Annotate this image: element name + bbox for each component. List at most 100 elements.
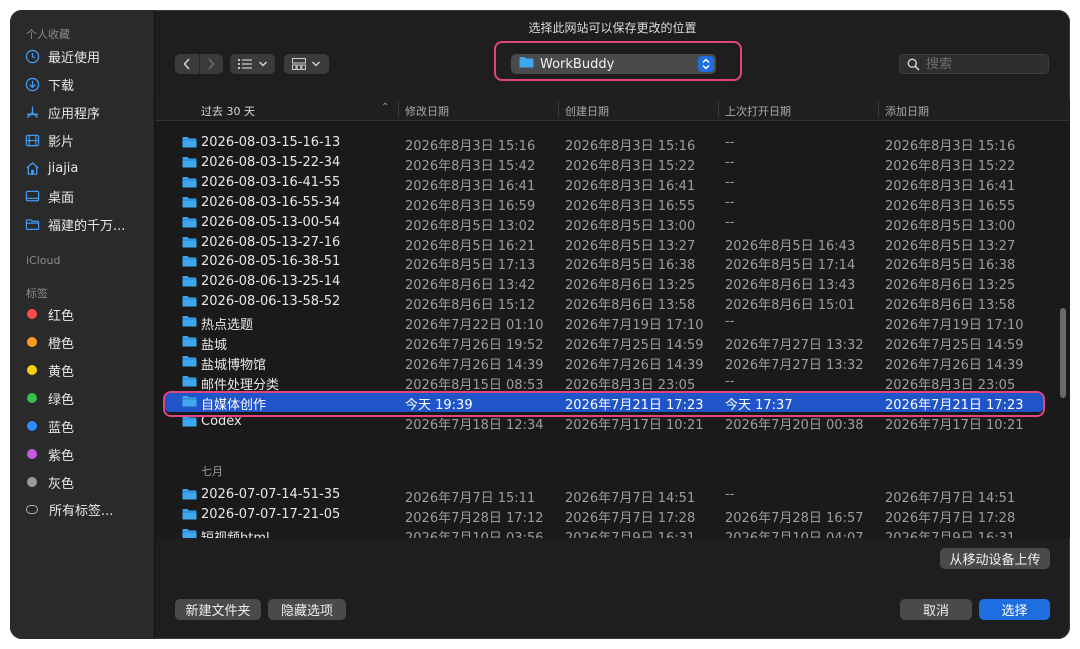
sidebar-item-clock[interactable]: 最近使用 xyxy=(24,45,148,67)
sidebar-item-all-tags[interactable]: 所有标签... xyxy=(24,498,148,520)
sidebar-item-label: 紫色 xyxy=(48,448,75,464)
list-view-button[interactable] xyxy=(230,54,275,74)
sidebar-item-download[interactable]: 下载 xyxy=(24,73,148,95)
new-folder-button[interactable]: 新建文件夹 xyxy=(175,599,261,620)
file-row[interactable]: 2026-07-07-14-51-35 2026年7月7日 15:11 2026年7… xyxy=(165,485,1043,506)
desktop-icon xyxy=(24,188,40,204)
file-date: 2026年8月15日 08:53 xyxy=(405,377,544,393)
file-row[interactable]: 2026-08-05-16-38-51 2026年8月5日 17:13 2026年8… xyxy=(165,252,1043,274)
file-date: 2026年8月3日 15:16 xyxy=(565,139,696,154)
file-date: 2026年8月6日 15:01 xyxy=(725,298,856,314)
file-row[interactable]: 2026-08-03-15-22-34 2026年8月3日 15:42 2026年8… xyxy=(165,153,1043,174)
file-row[interactable]: 短视频html 2026年7月10日 03:56 2026年7月9日 16:31 20… xyxy=(165,525,1043,538)
sidebar-item-folder[interactable]: 福建的千万... xyxy=(24,213,148,235)
file-row[interactable]: 2026-08-03-16-41-55 2026年8月3日 16:41 2026年8… xyxy=(165,173,1043,194)
back-button[interactable] xyxy=(175,54,199,74)
file-row[interactable]: 2026-07-07-17-21-05 2026年7月28日 17:12 2026年… xyxy=(165,505,1043,526)
sidebar-item-desktop[interactable]: 桌面 xyxy=(24,185,148,207)
file-row[interactable]: 邮件处理分类 2026年8月15日 08:53 2026年8月3日 23:05 -- 2… xyxy=(165,372,1043,393)
file-row[interactable]: 盐城博物馆 2026年7月26日 14:39 2026年7月26日 14:39 202… xyxy=(165,352,1043,373)
file-date: -- xyxy=(725,194,735,210)
sidebar-item-label: 下载 xyxy=(48,78,75,94)
file-date: 2026年7月10日 04:07 xyxy=(725,527,864,538)
search-icon xyxy=(907,58,920,71)
search-input[interactable] xyxy=(926,56,1036,72)
sidebar-item-label: 黄色 xyxy=(48,364,75,380)
file-date: 2026年8月3日 15:22 xyxy=(885,158,1016,174)
sidebar-item-apps[interactable]: 应用程序 xyxy=(24,101,148,123)
sidebar-item-tag[interactable]: 橙色 xyxy=(24,331,148,353)
cancel-button[interactable]: 取消 xyxy=(900,599,972,620)
sidebar-item-label: 应用程序 xyxy=(48,106,101,122)
file-date: 2026年8月6日 13:43 xyxy=(725,278,856,294)
file-date: 2026年8月6日 13:42 xyxy=(405,278,536,294)
sidebar-item-tag[interactable]: 紫色 xyxy=(24,443,148,465)
file-name: 盐城 xyxy=(201,338,228,353)
choose-button[interactable]: 选择 xyxy=(979,599,1050,620)
file-row[interactable]: 2026-08-06-13-58-52 2026年8月6日 15:12 2026年8… xyxy=(165,292,1043,314)
file-name: 2026-08-03-15-22-34 xyxy=(201,154,341,170)
file-name: 2026-08-06-13-58-52 xyxy=(201,294,341,310)
column-name[interactable]: 过去 30 天 xyxy=(201,103,255,119)
sidebar-item-home[interactable]: jiajia xyxy=(24,157,148,179)
column-divider xyxy=(718,101,719,117)
file-date: -- xyxy=(725,154,735,170)
sidebar-item-label: 蓝色 xyxy=(48,420,75,436)
file-date: 2026年7月19日 17:10 xyxy=(885,318,1024,334)
file-name: 2026-08-05-16-38-51 xyxy=(201,254,341,270)
file-date: -- xyxy=(725,373,735,389)
sidebar-item-label: 影片 xyxy=(48,134,75,150)
file-date: 2026年7月7日 15:11 xyxy=(405,491,536,506)
file-date: 2026年7月7日 17:28 xyxy=(565,510,696,526)
location-popup[interactable]: WorkBuddy xyxy=(511,54,716,74)
sidebar-item-tag[interactable]: 黄色 xyxy=(24,359,148,381)
upload-from-mobile-button[interactable]: 从移动设备上传 xyxy=(940,548,1050,569)
folder-icon xyxy=(24,216,40,232)
vertical-scrollbar[interactable] xyxy=(1060,308,1066,398)
column-last-opened[interactable]: 上次打开日期 xyxy=(725,103,791,119)
file-row[interactable]: 2026-08-03-15-16-13 2026年8月3日 15:16 2026年8… xyxy=(165,133,1043,154)
folder-icon xyxy=(182,176,197,192)
search-field[interactable] xyxy=(899,54,1049,74)
sidebar-item-film[interactable]: 影片 xyxy=(24,129,148,151)
sidebar-item-tag[interactable]: 灰色 xyxy=(24,471,148,493)
file-date: 2026年7月7日 14:51 xyxy=(565,491,696,506)
icloud-header: iCloud xyxy=(26,254,61,267)
apps-icon xyxy=(24,104,40,120)
column-created[interactable]: 创建日期 xyxy=(565,103,609,119)
sidebar-item-tag[interactable]: 蓝色 xyxy=(24,415,148,437)
file-date: 2026年8月5日 16:21 xyxy=(405,238,536,254)
sidebar-item-tag[interactable]: 绿色 xyxy=(24,387,148,409)
file-date: 2026年8月5日 17:13 xyxy=(405,258,536,274)
file-row[interactable]: 2026-08-05-13-00-54 2026年8月5日 13:02 2026年8… xyxy=(165,213,1043,234)
file-row[interactable]: 2026-08-06-13-25-14 2026年8月6日 13:42 2026年8… xyxy=(165,272,1043,294)
file-date: 2026年8月6日 13:58 xyxy=(565,298,696,314)
file-row[interactable]: 2026-08-05-13-27-16 2026年8月5日 16:21 2026年8… xyxy=(165,233,1043,254)
tag-color-dot xyxy=(27,393,37,403)
sidebar: 个人收藏 最近使用 下载 应用程序 影片 jiajia 桌面 福建的千万... iCloud… xyxy=(10,10,155,639)
file-date: 2026年7月26日 19:52 xyxy=(405,338,544,353)
hide-options-button[interactable]: 隐藏选项 xyxy=(268,599,346,620)
column-header: 过去 30 天 ⌃ 修改日期 创建日期 上次打开日期 添加日期 xyxy=(155,98,1070,121)
home-icon xyxy=(24,160,40,176)
file-date: -- xyxy=(725,174,735,190)
folder-icon xyxy=(182,508,197,524)
file-date: -- xyxy=(725,314,735,330)
column-added[interactable]: 添加日期 xyxy=(885,103,929,119)
file-row[interactable]: 热点选题 2026年7月22日 01:10 2026年7月19日 17:10 -- 20… xyxy=(165,312,1043,334)
file-name: 2026-08-05-13-00-54 xyxy=(201,214,341,230)
file-date: 2026年8月5日 13:00 xyxy=(565,218,696,234)
file-date: 2026年7月26日 14:39 xyxy=(405,357,544,373)
file-date: 2026年8月3日 15:16 xyxy=(885,139,1016,154)
file-date: 2026年8月3日 16:41 xyxy=(565,178,696,194)
file-date: 2026年8月5日 16:38 xyxy=(565,258,696,274)
file-row[interactable]: 盐城 2026年7月26日 19:52 2026年7月25日 14:59 2026年7… xyxy=(165,332,1043,353)
file-row[interactable]: 2026-08-03-16-55-34 2026年8月3日 16:59 2026年8… xyxy=(165,193,1043,214)
column-modified[interactable]: 修改日期 xyxy=(405,103,449,119)
grid-view-button[interactable] xyxy=(284,54,329,74)
sidebar-item-tag[interactable]: 红色 xyxy=(24,303,148,325)
sidebar-item-label: 福建的千万... xyxy=(48,218,126,234)
forward-button[interactable] xyxy=(198,54,224,74)
file-date: 2026年7月19日 17:10 xyxy=(565,318,704,334)
file-date: 2026年8月5日 13:27 xyxy=(565,238,696,254)
